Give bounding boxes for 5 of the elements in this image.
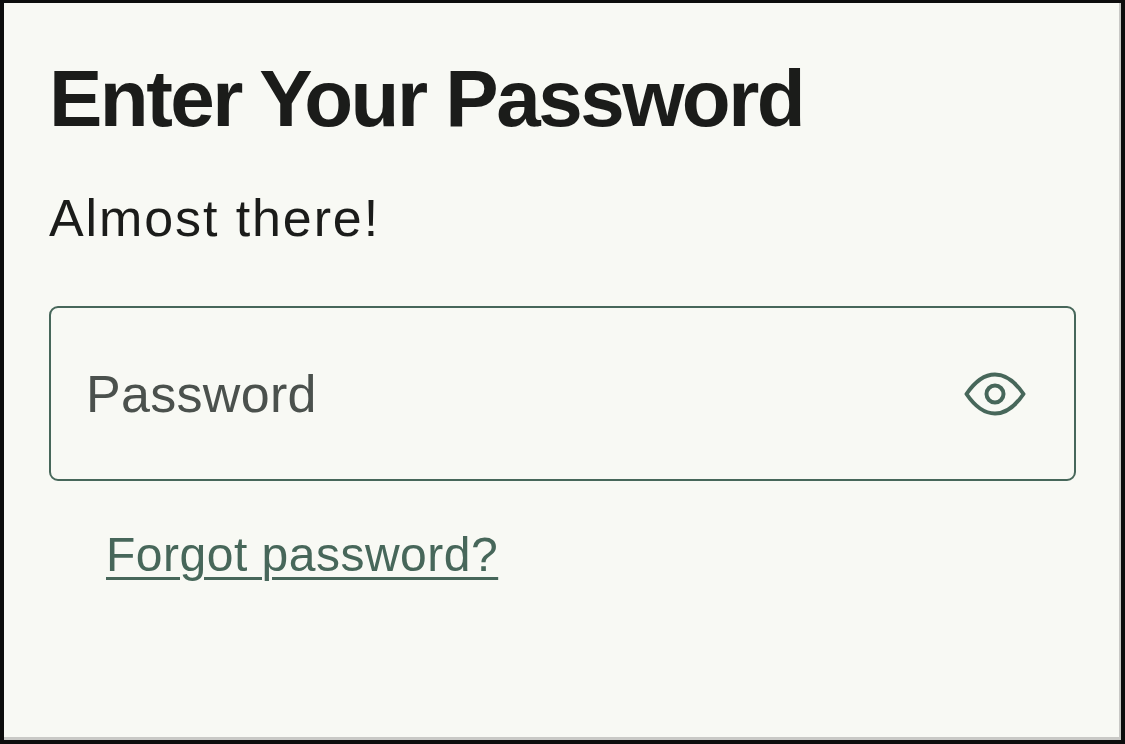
- forgot-password-link[interactable]: Forgot password?: [106, 527, 499, 583]
- password-field[interactable]: Password: [49, 306, 1076, 481]
- subtitle-text: Almost there!: [49, 188, 381, 248]
- page-title: Enter Your Password: [49, 53, 804, 145]
- eye-icon[interactable]: [964, 371, 1026, 416]
